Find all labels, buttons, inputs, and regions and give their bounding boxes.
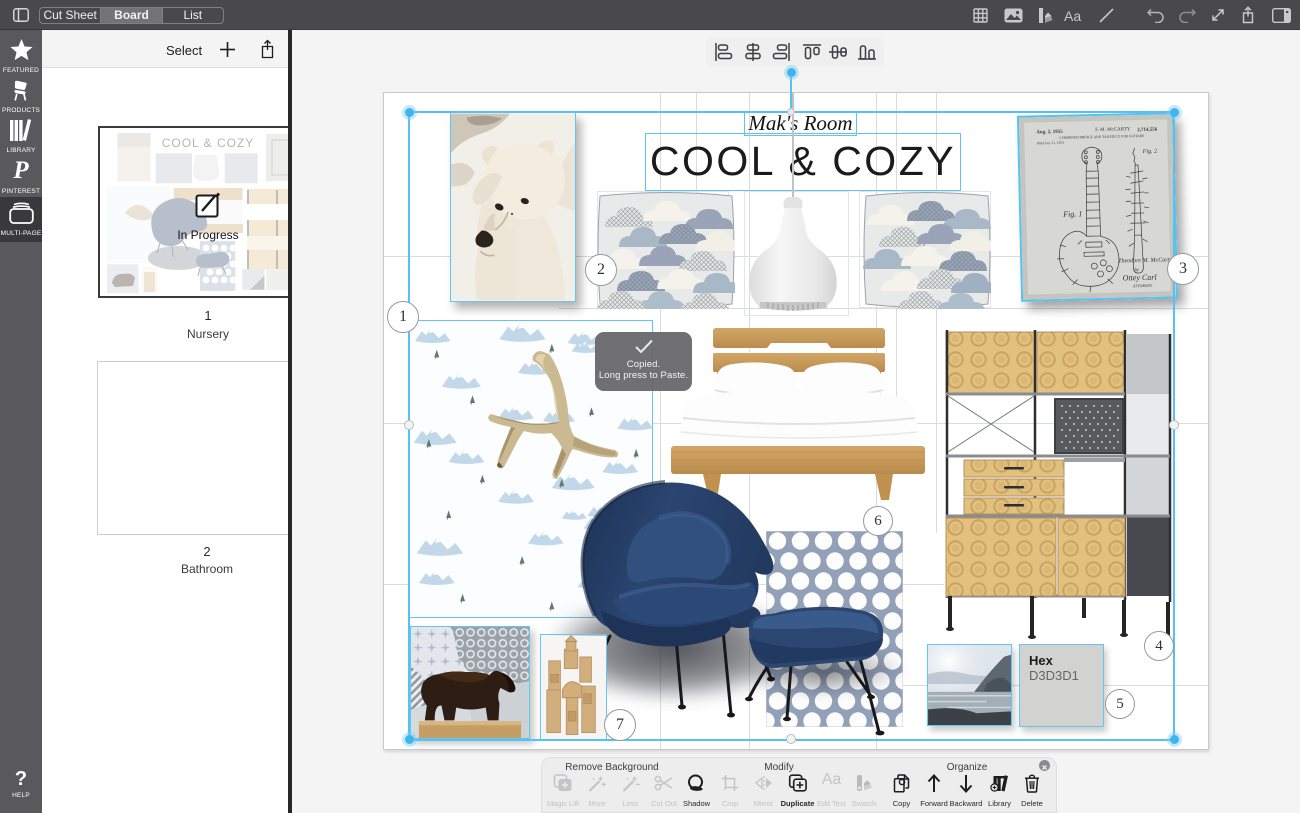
svg-text:P: P	[12, 159, 29, 182]
svg-text:COOL & COZY: COOL & COZY	[162, 136, 255, 150]
